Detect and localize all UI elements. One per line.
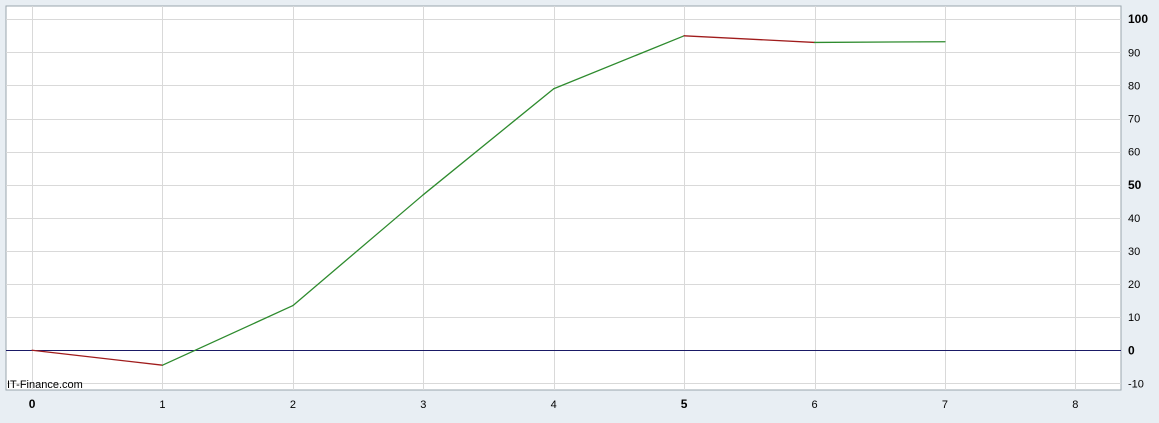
- y-tick-label: 50: [1128, 178, 1142, 192]
- x-tick-label: 7: [942, 399, 948, 411]
- y-tick-label: 70: [1128, 114, 1140, 126]
- y-tick-label: 90: [1128, 47, 1140, 59]
- x-tick-label: 0: [29, 397, 36, 411]
- x-tick-label: 4: [551, 399, 557, 411]
- line-chart: 0 1 2 3 4 5 6 7 8 -10 0 10 20 30 40 50 60 70 80 90 100 IT-F…: [5, 5, 1148, 411]
- x-tick-label: 5: [681, 397, 688, 411]
- y-tick-label: 0: [1128, 343, 1135, 357]
- x-tick-label: 1: [159, 399, 165, 411]
- chart-container: 0 1 2 3 4 5 6 7 8 -10 0 10 20 30 40 50 60 70 80 90 100 IT-F…: [0, 0, 1159, 418]
- y-tick-label: 20: [1128, 279, 1140, 291]
- y-tick-label: 100: [1128, 12, 1148, 26]
- x-tick-label: 2: [290, 399, 296, 411]
- y-tick-label: 60: [1128, 147, 1140, 159]
- x-tick-label: 3: [420, 399, 426, 411]
- watermark-text: IT-Finance.com: [7, 379, 83, 391]
- y-tick-label: 40: [1128, 213, 1140, 225]
- x-axis-ticks: 0 1 2 3 4 5 6 7 8: [29, 397, 1079, 411]
- series-segment-up: [813, 41, 946, 44]
- y-tick-label: 30: [1128, 246, 1140, 258]
- plot-area: [5, 5, 1122, 391]
- y-tick-label: 10: [1128, 312, 1140, 324]
- x-tick-label: 6: [811, 399, 817, 411]
- y-tick-label: -10: [1128, 378, 1144, 390]
- y-tick-label: 80: [1128, 80, 1140, 92]
- x-tick-label: 8: [1072, 399, 1078, 411]
- y-axis-ticks: -10 0 10 20 30 40 50 60 70 80 90 100: [1128, 12, 1148, 390]
